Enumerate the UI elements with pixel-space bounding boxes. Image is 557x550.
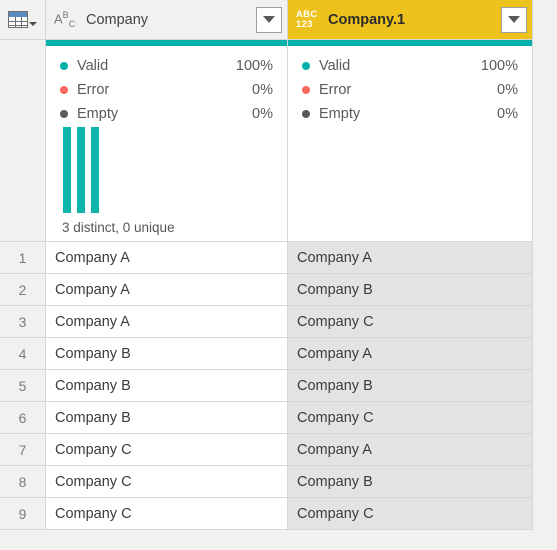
row-number[interactable]: 8 xyxy=(0,466,46,498)
grid-right-background xyxy=(533,0,557,550)
data-rows: 1 Company A Company A 2 Company A Company B3C… xyxy=(0,242,533,530)
column-quality-stats: Valid 100% Error 0% Empty 0% xyxy=(288,46,532,126)
cell-company[interactable]: Company B xyxy=(46,370,288,402)
table-row[interactable]: 1 Company A Company A xyxy=(0,242,533,274)
row-number[interactable]: 5 xyxy=(0,370,46,402)
any-type-icon-top: ABC xyxy=(296,8,318,20)
column-quality-stats: Valid 100% Error 0% Empty 0% xyxy=(46,46,287,126)
table-row[interactable]: 6 Company B Company C xyxy=(0,402,533,434)
quality-stat-valid: Valid 100% xyxy=(60,54,273,78)
row-number[interactable]: 4 xyxy=(0,338,46,370)
table-grid-glyph xyxy=(8,11,28,28)
cell-company-1[interactable]: Company B xyxy=(288,370,533,402)
column-profile-panels: Valid 100% Error 0% Empty 0% 3 distinct,… xyxy=(0,40,533,242)
table-row[interactable]: 9 Company C Company C xyxy=(0,498,533,530)
quality-stat-error: Error 0% xyxy=(302,78,518,102)
cell-company[interactable]: Company A xyxy=(46,306,288,338)
column-headers: ABC Company ABC 123 Company.1 xyxy=(0,0,533,40)
quality-stat-value: 100% xyxy=(235,58,273,74)
quality-stat-value: 100% xyxy=(480,58,518,74)
quality-stat-label: Empty xyxy=(77,106,119,122)
quality-stat-label: Valid xyxy=(77,58,109,74)
distribution-bar[interactable] xyxy=(63,127,71,213)
table-row[interactable]: 8 Company C Company B xyxy=(0,466,533,498)
row-number[interactable]: 1 xyxy=(0,242,46,274)
cell-company-1[interactable]: Company C xyxy=(288,498,533,530)
cell-company-1[interactable]: Company C xyxy=(288,306,533,338)
row-number[interactable]: 2 xyxy=(0,274,46,306)
row-number[interactable]: 3 xyxy=(0,306,46,338)
valid-dot-icon xyxy=(60,62,68,70)
quality-stat-value: 0% xyxy=(252,82,273,98)
query-editor-preview-grid: ABC Company ABC 123 Company.1 Valid 100%… xyxy=(0,0,557,550)
row-number[interactable]: 6 xyxy=(0,402,46,434)
distribution-bar[interactable] xyxy=(77,127,85,213)
cell-company-1[interactable]: Company B xyxy=(288,466,533,498)
cell-company[interactable]: Company B xyxy=(46,338,288,370)
value-distribution-chart[interactable] xyxy=(63,127,99,213)
caret-down-icon xyxy=(263,16,275,23)
empty-dot-icon xyxy=(302,110,310,118)
caret-down-icon xyxy=(508,16,520,23)
quality-stat-label: Error xyxy=(77,82,110,98)
column-name-label: Company.1 xyxy=(328,11,406,28)
cell-company-1[interactable]: Company A xyxy=(288,242,533,274)
any-type-icon[interactable]: ABC 123 xyxy=(296,8,322,30)
cell-company[interactable]: Company A xyxy=(46,274,288,306)
table-row[interactable]: 4 Company B Company A xyxy=(0,338,533,370)
cell-company-1[interactable]: Company C xyxy=(288,402,533,434)
quality-stat-label: Empty xyxy=(319,106,361,122)
column-profile-company-1[interactable]: Valid 100% Error 0% Empty 0% xyxy=(288,40,533,242)
table-row[interactable]: 5 Company B Company B xyxy=(0,370,533,402)
select-all-columns-button[interactable] xyxy=(0,0,46,40)
quality-stat-value: 0% xyxy=(252,106,273,122)
column-filter-dropdown-company-1[interactable] xyxy=(501,6,527,33)
caret-down-icon xyxy=(29,22,37,26)
error-dot-icon xyxy=(302,86,310,94)
distinct-unique-summary: 3 distinct, 0 unique xyxy=(62,220,175,235)
quality-stat-empty: Empty 0% xyxy=(60,102,273,126)
cell-company[interactable]: Company A xyxy=(46,242,288,274)
cell-company[interactable]: Company C xyxy=(46,434,288,466)
quality-stat-label: Valid xyxy=(319,58,351,74)
column-name-label: Company xyxy=(86,11,149,28)
grid-bottom-background xyxy=(0,530,557,550)
column-profile-company[interactable]: Valid 100% Error 0% Empty 0% 3 distinct,… xyxy=(46,40,288,242)
any-type-icon-bottom: 123 xyxy=(296,18,313,30)
valid-dot-icon xyxy=(302,62,310,70)
quality-stat-error: Error 0% xyxy=(60,78,273,102)
table-grid-icon xyxy=(8,11,37,28)
profile-gutter xyxy=(0,40,46,242)
quality-stat-value: 0% xyxy=(497,106,518,122)
empty-dot-icon xyxy=(60,110,68,118)
cell-company-1[interactable]: Company A xyxy=(288,338,533,370)
column-filter-dropdown-company[interactable] xyxy=(256,6,282,33)
cell-company-1[interactable]: Company A xyxy=(288,434,533,466)
table-row[interactable]: 7 Company C Company A xyxy=(0,434,533,466)
row-number[interactable]: 7 xyxy=(0,434,46,466)
cell-company-1[interactable]: Company B xyxy=(288,274,533,306)
cell-company[interactable]: Company C xyxy=(46,498,288,530)
cell-company[interactable]: Company B xyxy=(46,402,288,434)
error-dot-icon xyxy=(60,86,68,94)
table-row[interactable]: 3 Company A Company C xyxy=(0,306,533,338)
cell-company[interactable]: Company C xyxy=(46,466,288,498)
row-number[interactable]: 9 xyxy=(0,498,46,530)
quality-stat-valid: Valid 100% xyxy=(302,54,518,78)
quality-stat-empty: Empty 0% xyxy=(302,102,518,126)
text-type-icon[interactable]: ABC xyxy=(54,10,80,29)
quality-stat-value: 0% xyxy=(497,82,518,98)
distribution-bar[interactable] xyxy=(91,127,99,213)
column-header-company-1[interactable]: ABC 123 Company.1 xyxy=(288,0,533,40)
table-row[interactable]: 2 Company A Company B xyxy=(0,274,533,306)
column-header-company[interactable]: ABC Company xyxy=(46,0,288,40)
quality-stat-label: Error xyxy=(319,82,352,98)
